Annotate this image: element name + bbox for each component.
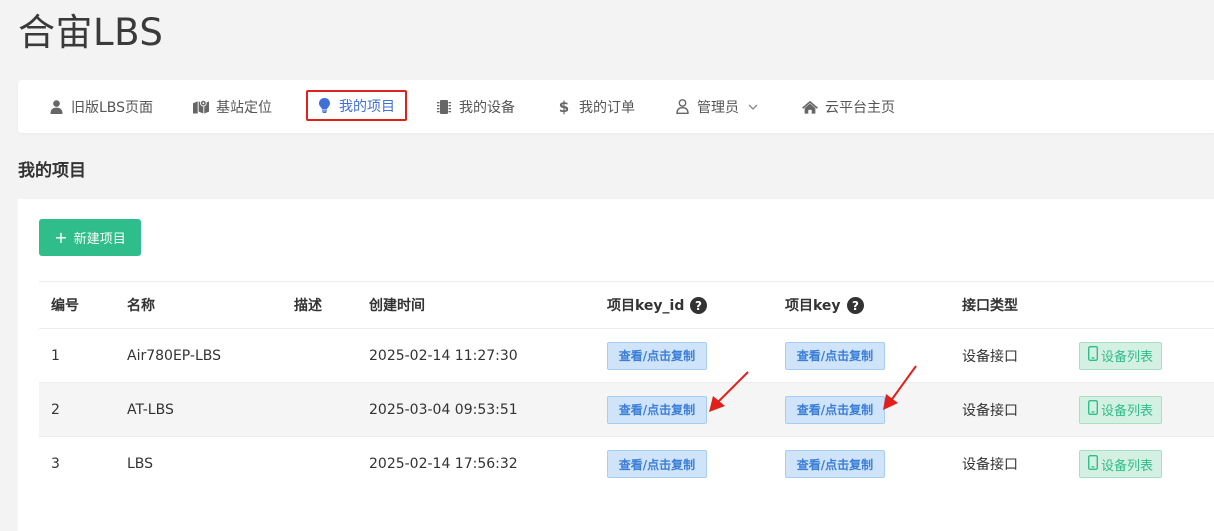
cell-api-type: 设备接口: [962, 457, 1018, 473]
table-header: 编号 名称 描述 创建时间 项目key_id ? 项目key ? 接口类型: [39, 281, 1214, 329]
cell-actions: 设备列表: [1079, 437, 1162, 491]
table-row: 3 LBS 2025-02-14 17:56:32 查看/点击复制 查看/点击复…: [39, 437, 1214, 491]
nav-item-my-projects[interactable]: 我的项目: [306, 90, 407, 121]
projects-card: + 新建项目 编号 名称 描述 创建时间 项目key_id ? 项目key ? …: [18, 199, 1214, 531]
nav-item-label: 旧版LBS页面: [71, 99, 154, 116]
mobile-icon: [1087, 345, 1098, 365]
user-outline-icon: [674, 99, 690, 115]
question-circle-icon[interactable]: ?: [846, 296, 864, 314]
cell-key-id: 查看/点击复制: [607, 383, 707, 436]
table-row: 1 Air780EP-LBS 2025-02-14 11:27:30 查看/点击…: [39, 329, 1214, 383]
cell-actions: 设备列表: [1079, 329, 1162, 382]
cell-name: AT-LBS: [127, 401, 174, 418]
view-key-id-button[interactable]: 查看/点击复制: [607, 450, 707, 478]
cell-id: 1: [51, 347, 60, 364]
user-icon: [48, 99, 64, 115]
header-key: 项目key ?: [785, 282, 864, 328]
app-title: 合宙LBS: [18, 11, 164, 54]
header-key-id-label: 项目key_id: [607, 298, 685, 314]
cell-actions: 设备列表: [1079, 383, 1162, 436]
nav-item-old-lbs[interactable]: 旧版LBS页面: [48, 93, 153, 120]
device-list-button[interactable]: 设备列表: [1079, 341, 1162, 370]
nav-item-my-orders[interactable]: $ 我的订单: [556, 93, 635, 120]
nav-item-base-station[interactable]: 基站定位: [193, 93, 272, 120]
projects-table: 编号 名称 描述 创建时间 项目key_id ? 项目key ? 接口类型 1 …: [39, 281, 1214, 491]
cell-api-type: 设备接口: [962, 402, 1018, 419]
view-key-button[interactable]: 查看/点击复制: [785, 341, 885, 370]
view-key-button[interactable]: 查看/点击复制: [785, 450, 885, 478]
cell-created: 2025-02-14 11:27:30: [369, 347, 518, 364]
nav-item-label: 我的设备: [459, 99, 515, 116]
table-row: 2 AT-LBS 2025-03-04 09:53:51 查看/点击复制 查看/…: [39, 383, 1214, 437]
map-icon: [193, 99, 209, 115]
header-api-type: 接口类型: [962, 298, 1018, 314]
new-project-label: 新建项目: [73, 232, 126, 247]
nav-item-label: 我的订单: [579, 99, 635, 116]
nav-item-cloud-home[interactable]: 云平台主页: [802, 93, 895, 120]
nav-item-label: 云平台主页: [825, 99, 895, 116]
cell-created: 2025-03-04 09:53:51: [369, 401, 518, 418]
cell-name: Air780EP-LBS: [127, 347, 222, 364]
header-key-label: 项目key: [785, 298, 841, 314]
device-list-label: 设备列表: [1100, 404, 1153, 419]
cell-created: 2025-02-14 17:56:32: [369, 456, 518, 472]
device-list-button[interactable]: 设备列表: [1079, 450, 1162, 478]
home-icon: [802, 99, 818, 115]
cell-api-type: 设备接口: [962, 348, 1018, 365]
view-key-id-button[interactable]: 查看/点击复制: [607, 341, 707, 370]
section-title: 我的项目: [18, 161, 86, 181]
question-circle-icon[interactable]: ?: [690, 296, 708, 314]
nav-item-label: 基站定位: [216, 99, 272, 116]
top-nav: 旧版LBS页面 基站定位 我的项目 我的设备 $ 我的订单 管理员 云平台主页: [18, 80, 1214, 133]
view-key-id-button[interactable]: 查看/点击复制: [607, 395, 707, 424]
svg-text:?: ?: [852, 299, 859, 313]
chevron-down-icon: [748, 104, 758, 110]
cell-key-id: 查看/点击复制: [607, 329, 707, 382]
header-id: 编号: [51, 298, 79, 314]
header-name: 名称: [127, 298, 155, 314]
dollar-icon: $: [558, 97, 570, 116]
header-desc: 描述: [294, 298, 322, 314]
chip-icon: [436, 99, 452, 115]
cell-name: LBS: [127, 456, 154, 472]
nav-item-my-devices[interactable]: 我的设备: [436, 93, 515, 120]
view-key-button[interactable]: 查看/点击复制: [785, 395, 885, 424]
cell-key: 查看/点击复制: [785, 329, 885, 382]
cell-key-id: 查看/点击复制: [607, 437, 707, 491]
header-key-id: 项目key_id ?: [607, 282, 708, 328]
device-list-button[interactable]: 设备列表: [1079, 395, 1162, 424]
lightbulb-icon: [316, 98, 332, 114]
device-list-label: 设备列表: [1100, 458, 1153, 474]
device-list-label: 设备列表: [1100, 350, 1153, 365]
cell-key: 查看/点击复制: [785, 437, 885, 491]
header-created: 创建时间: [369, 298, 425, 314]
new-project-button[interactable]: + 新建项目: [39, 219, 141, 256]
mobile-icon: [1087, 399, 1098, 419]
nav-item-admin[interactable]: 管理员: [674, 93, 758, 120]
mobile-icon: [1087, 454, 1098, 474]
cell-key: 查看/点击复制: [785, 383, 885, 436]
nav-item-label: 管理员: [697, 99, 739, 116]
svg-text:?: ?: [695, 299, 702, 313]
plus-icon: +: [54, 227, 68, 247]
cell-id: 2: [51, 401, 60, 418]
nav-item-label: 我的项目: [339, 98, 395, 115]
cell-id: 3: [51, 456, 60, 472]
